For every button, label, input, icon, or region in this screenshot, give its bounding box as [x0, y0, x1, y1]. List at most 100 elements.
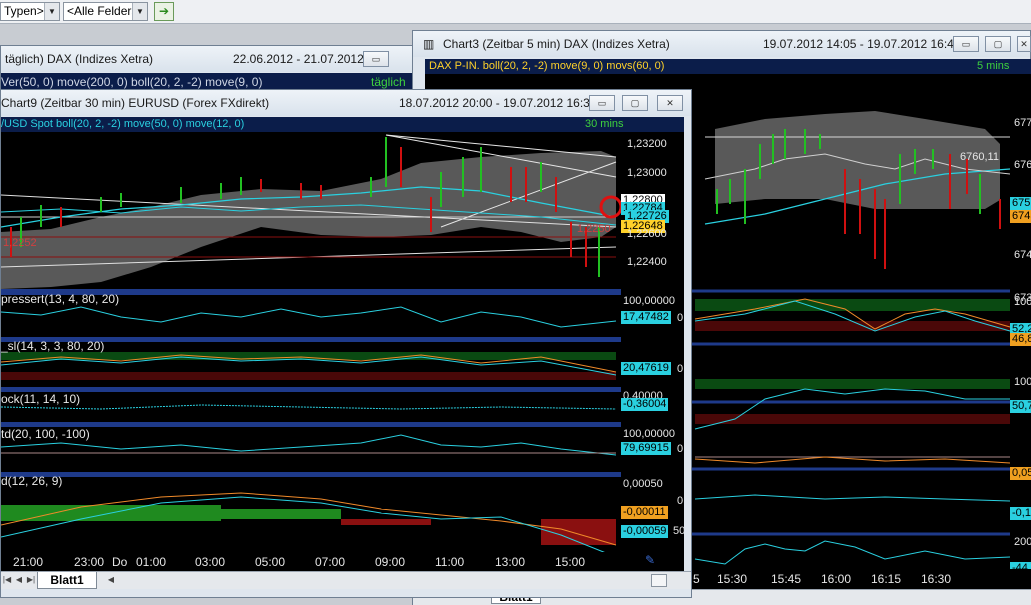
price-box-orange: 6743,2 — [1010, 210, 1031, 223]
chart9-y-axis: 1,23200 1,23000 1,22800 1,22784 1,22726 … — [621, 132, 684, 557]
y-tick: 100,00 — [1014, 376, 1031, 388]
osc-box-orange: 0,0538 — [1010, 467, 1031, 480]
y-tick: 100,00000 — [623, 428, 675, 440]
window-title: Chart3 (Zeitbar 5 min) DAX (Indizes Xetr… — [443, 37, 670, 51]
maximize-button[interactable]: ▢ — [622, 95, 648, 111]
chart9-sheet-bar: |◀ ◀ ▶| Blatt1 ◀ — [1, 571, 691, 589]
next-sheet-button[interactable]: ▶| — [25, 573, 37, 587]
osc-box: 50,776 — [1010, 400, 1031, 413]
y-tick: 100,00 — [1014, 296, 1031, 308]
first-sheet-button[interactable]: |◀ — [1, 573, 13, 587]
chart-icon: ▥ — [423, 37, 435, 51]
x-tick: 15:00 — [555, 555, 586, 569]
x-tick: 07:00 — [315, 555, 346, 569]
arrow-right-icon: ➔ — [158, 4, 170, 18]
osc-box: 17,47482 — [621, 311, 671, 324]
x-tick: 16:15 — [871, 572, 902, 586]
window-title: Chart9 (Zeitbar 30 min) EURUSD (Forex FX… — [1, 96, 270, 110]
chart9-svg — [1, 117, 684, 557]
minimize-button[interactable]: ▭ — [589, 95, 615, 111]
y-tick: 1,23200 — [627, 138, 667, 150]
window-title: täglich) DAX (Indizes Xetra) — [5, 52, 154, 66]
x-tick: 15:30 — [717, 572, 748, 586]
price-label: 6760,11 — [960, 151, 999, 163]
close-button[interactable]: ✕ — [657, 95, 683, 111]
minimize-button[interactable]: ▭ — [953, 36, 979, 52]
y-tick: 1,22400 — [627, 256, 667, 268]
fields-combo-value: <Alle Felder> — [67, 4, 139, 18]
sheet-tab[interactable]: Blatt1 — [37, 572, 97, 589]
osc-box: 20,47619 — [621, 362, 671, 375]
x-tick: Do — [112, 555, 128, 569]
period-label: 30 mins — [585, 118, 624, 130]
minimize-button[interactable]: ▭ — [363, 51, 389, 67]
y-tick: 0,00050 — [623, 478, 663, 490]
chevron-down-icon[interactable]: ▼ — [132, 3, 147, 20]
type-combo-value: Typen> — [4, 4, 44, 18]
y-tick: 0 — [677, 495, 684, 507]
prev-sheet-button[interactable]: ◀ — [13, 573, 25, 587]
indicator-label: td(20, 100, -100) — [1, 427, 90, 441]
chart3-y-axis: 6770 6760 6740 6730 6751,4 6743,2 100,00… — [1010, 74, 1031, 577]
y-tick: 1,22600 — [627, 228, 667, 240]
pen-tool-icon[interactable]: ✎ — [645, 553, 655, 567]
y-tick: 100,00000 — [623, 295, 675, 307]
indicator-label: Ver(50, 0) move(200, 0) boll(20, 2, -2) … — [1, 75, 263, 89]
x-tick: 21:00 — [13, 555, 44, 569]
maximize-button[interactable]: ▢ — [985, 36, 1011, 52]
y-tick: 1,23000 — [627, 167, 667, 179]
y-tick: 0 — [677, 363, 684, 375]
top-toolbar: Typen> ▼ <Alle Felder> ▼ ➔ — [0, 0, 1031, 24]
x-tick: 15:45 — [771, 572, 802, 586]
x-tick: 03:00 — [195, 555, 226, 569]
x-tick: 11:00 — [435, 555, 465, 569]
window-range: 22.06.2012 - 21.07.2012 — [233, 52, 364, 66]
window-range: 19.07.2012 14:05 - 19.07.2012 16:45 — [763, 37, 961, 51]
y-tick: 6770 — [1014, 117, 1031, 129]
window-range: 18.07.2012 20:00 - 19.07.2012 16:30 — [399, 96, 597, 110]
y-tick: 200,00 — [1014, 536, 1031, 548]
chart3-title-bar[interactable]: ▥ Chart3 (Zeitbar 5 min) DAX (Indizes Xe… — [413, 31, 1031, 57]
y-tick: 6760 — [1014, 159, 1031, 171]
x-tick: 23:00 — [74, 555, 105, 569]
x-tick: 05:00 — [255, 555, 286, 569]
indicator-label: d(12, 26, 9) — [1, 474, 63, 488]
chart9-window[interactable]: Chart9 (Zeitbar 30 min) EURUSD (Forex FX… — [0, 89, 692, 598]
indicator-label: _sl(14, 3, 3, 80, 20) — [1, 339, 105, 353]
type-combo[interactable]: Typen> ▼ — [0, 2, 60, 21]
y-tick: 0 — [677, 443, 684, 455]
osc-box: -0,1084 — [1010, 507, 1031, 520]
fields-combo[interactable]: <Alle Felder> ▼ — [63, 2, 148, 21]
x-tick: 13:00 — [495, 555, 526, 569]
x-tick: 09:00 — [375, 555, 406, 569]
period-label: 5 mins — [977, 60, 1010, 72]
x-tick: 5 — [693, 572, 700, 586]
indicator-label: pressert(13, 4, 80, 20) — [1, 292, 120, 306]
indicator-label: DAX P-IN. boll(20, 2, -2) move(9, 0) mov… — [429, 60, 665, 72]
chevron-down-icon[interactable]: ▼ — [44, 3, 59, 20]
close-button[interactable]: ✕ — [1017, 36, 1031, 52]
y-tick: 50 — [673, 525, 684, 537]
osc-box-orange: -0,00011 — [621, 506, 668, 519]
osc-box: -0,00059 — [621, 525, 669, 538]
x-tick: 01:00 — [136, 555, 167, 569]
indicator-label: /USD Spot boll(20, 2, -2) move(50, 0) mo… — [1, 118, 245, 130]
x-tick: 16:30 — [921, 572, 952, 586]
osc-box: 79,69915 — [621, 442, 671, 455]
y-tick: 6740 — [1014, 249, 1031, 261]
dax-daily-title-bar[interactable]: täglich) DAX (Indizes Xetra) 22.06.2012 … — [1, 46, 419, 72]
y-tick: 0 — [677, 312, 684, 324]
x-tick: 16:00 — [821, 572, 852, 586]
chart9-title-bar[interactable]: Chart9 (Zeitbar 30 min) EURUSD (Forex FX… — [1, 90, 691, 116]
period-label: täglich — [371, 75, 406, 89]
osc-box-orange: 46,846 — [1010, 333, 1031, 346]
osc-box: -0,36004 — [621, 398, 669, 411]
price-label: 1,2252 — [3, 237, 37, 249]
price-box-cyan: 6751,4 — [1010, 197, 1031, 210]
scroll-left-button[interactable]: ◀ — [105, 573, 117, 587]
indicator-label: ock(11, 14, 10) — [1, 392, 81, 406]
scroll-thumb[interactable] — [651, 574, 667, 587]
chart9-canvas[interactable]: /USD Spot boll(20, 2, -2) move(50, 0) mo… — [1, 117, 684, 557]
dax-daily-window[interactable]: täglich) DAX (Indizes Xetra) 22.06.2012 … — [0, 45, 421, 93]
go-button[interactable]: ➔ — [154, 2, 174, 21]
